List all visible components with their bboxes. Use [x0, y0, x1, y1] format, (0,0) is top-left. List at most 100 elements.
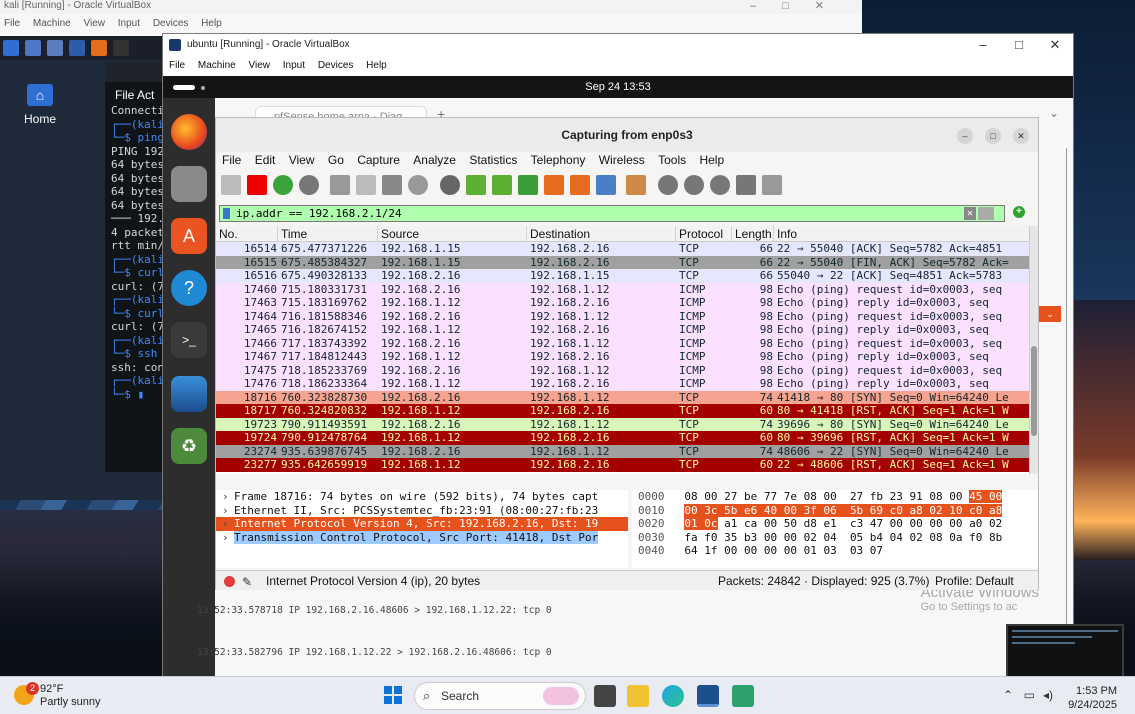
packet-row[interactable]: 23277 935.642659919 192.168.1.12 192.168.2.… [216, 458, 1029, 472]
close-icon[interactable]: ✕ [1037, 34, 1073, 56]
kali-terminal-menu[interactable]: File Act [105, 82, 165, 104]
ws-menu-tools[interactable]: Tools [652, 152, 690, 167]
app-center-icon[interactable]: A [171, 218, 207, 254]
packet-row[interactable]: 17460 715.180331731 192.168.2.16 192.168.1.… [216, 282, 1029, 296]
zoom-in-icon[interactable] [658, 175, 678, 195]
packet-details-pane[interactable]: › Frame 18716: 74 bytes on wire (592 bits… [216, 490, 628, 568]
ws-maximize-icon[interactable]: □ [985, 128, 1001, 144]
vb-menu-file[interactable]: File [163, 56, 189, 71]
virtualbox-taskbar-icon[interactable] [697, 685, 719, 707]
first-packet-icon[interactable] [544, 175, 564, 195]
packet-row[interactable]: 17467 717.184812443 192.168.1.12 192.168.2.… [216, 350, 1029, 364]
kali-window-titlebar[interactable]: kali [Running] - Oracle VirtualBox –□✕ [0, 0, 862, 14]
start-button-icon[interactable] [384, 686, 402, 704]
packet-detail-item[interactable]: › Transmission Control Protocol, Src Port… [216, 530, 628, 545]
save-file-icon[interactable] [356, 175, 376, 195]
vb-menu-machine[interactable]: Machine [192, 56, 240, 71]
layout-icon[interactable] [762, 175, 782, 195]
packet-detail-item[interactable]: › Internet Protocol Version 4, Src: 192.1… [216, 517, 628, 531]
ws-minimize-icon[interactable]: – [957, 128, 973, 144]
maximize-icon[interactable]: □ [1001, 34, 1037, 56]
kali-menu-view[interactable]: View [80, 14, 112, 29]
go-to-packet-icon[interactable] [518, 175, 538, 195]
files-icon[interactable] [171, 166, 207, 202]
kali-files-icon[interactable] [47, 40, 63, 56]
packet-list-scrollbar[interactable] [1029, 226, 1038, 474]
vb-menu-help[interactable]: Help [360, 56, 391, 71]
status-profile[interactable]: Profile: Default [935, 571, 1014, 591]
packet-row[interactable]: 19724 790.912478764 192.168.1.12 192.168.2.… [216, 431, 1029, 445]
capture-options-icon[interactable] [299, 175, 319, 195]
packet-row[interactable]: 16515 675.485384327 192.168.1.15 192.168.2.… [216, 255, 1029, 269]
taskbar-clock[interactable]: 1:53 PM 9/24/2025 [1068, 684, 1117, 712]
kali-window-controls[interactable]: –□✕ [750, 0, 850, 12]
vb-menu-devices[interactable]: Devices [312, 56, 358, 71]
packet-row[interactable]: 23274 935.639876745 192.168.2.16 192.168.1.… [216, 444, 1029, 458]
edge-browser-icon[interactable] [662, 685, 684, 707]
expand-arrow-icon[interactable]: › [222, 490, 234, 504]
vb-menu-input[interactable]: Input [277, 56, 309, 71]
column-info[interactable]: Info [774, 226, 1029, 242]
kali-terminal[interactable]: File Act Connecti ┌──(kali └─$ ping PING 19… [105, 62, 165, 472]
ws-menu-statistics[interactable]: Statistics [463, 152, 521, 167]
kali-menu-machine[interactable]: Machine [29, 14, 77, 29]
ws-menu-capture[interactable]: Capture [351, 152, 404, 167]
filter-bookmark-icon[interactable] [223, 208, 230, 219]
stop-capture-icon[interactable] [247, 175, 267, 195]
normal-size-icon[interactable] [710, 175, 730, 195]
packet-row[interactable]: 19723 790.911493591 192.168.2.16 192.168.1.… [216, 417, 1029, 431]
network-icon[interactable]: ▭ [1024, 688, 1035, 702]
ws-menu-view[interactable]: View [283, 152, 319, 167]
packet-row[interactable]: 17476 718.186233364 192.168.1.12 192.168.2.… [216, 377, 1029, 391]
kali-menu-devices[interactable]: Devices [149, 14, 195, 29]
expand-arrow-icon[interactable]: › [222, 517, 234, 531]
packet-row[interactable]: 17466 717.183743392 192.168.2.16 192.168.1.… [216, 336, 1029, 350]
gnome-clock[interactable]: Sep 24 13:53 [585, 81, 650, 93]
zoom-out-icon[interactable] [684, 175, 704, 195]
wireshark-window[interactable]: Capturing from enp0s3 – □ ✕ File Edit Vi… [215, 117, 1039, 590]
autoscroll-icon[interactable] [596, 175, 616, 195]
kali-menu-help[interactable]: Help [197, 14, 228, 29]
trash-icon[interactable]: ♻ [171, 428, 207, 464]
vb-menu-view[interactable]: View [243, 56, 275, 71]
kali-desktop-icon[interactable] [25, 40, 41, 56]
column-length[interactable]: Length [732, 226, 774, 242]
kali-menu-icon[interactable] [3, 40, 19, 56]
wireshark-titlebar[interactable]: Capturing from enp0s3 – □ ✕ [216, 118, 1038, 152]
open-file-icon[interactable] [330, 175, 350, 195]
add-filter-button-icon[interactable]: + [1013, 206, 1025, 218]
ws-close-icon[interactable]: ✕ [1013, 128, 1029, 144]
column-source[interactable]: Source [378, 226, 527, 242]
kali-menu-input[interactable]: Input [114, 14, 146, 29]
ws-menu-file[interactable]: File [216, 152, 245, 167]
display-filter-input[interactable]: ip.addr == 192.168.2.1/24 ✕ [219, 205, 1005, 222]
kali-home-folder[interactable]: ⌂ Home [18, 84, 62, 126]
packet-row[interactable]: 16514 675.477371226 192.168.1.15 192.168.2.… [216, 242, 1029, 256]
packet-detail-item[interactable]: › Frame 18716: 74 bytes on wire (592 bits… [216, 490, 628, 504]
column-protocol[interactable]: Protocol [676, 226, 732, 242]
ubuntu-window-titlebar[interactable]: ubuntu [Running] - Oracle VirtualBox – □ ✕ [163, 34, 1073, 56]
ws-menu-analyze[interactable]: Analyze [407, 152, 460, 167]
column-no[interactable]: No. [216, 226, 278, 242]
edit-comment-icon[interactable]: ✎ [242, 572, 252, 592]
file-explorer-icon[interactable] [627, 685, 649, 707]
taskbar-search[interactable]: ⌕ Search [414, 682, 586, 710]
go-forward-icon[interactable] [492, 175, 512, 195]
wireshark-icon[interactable] [171, 376, 207, 412]
packet-row[interactable]: 17475 718.185233769 192.168.2.16 192.168.1.… [216, 363, 1029, 377]
colorize-icon[interactable] [626, 175, 646, 195]
clear-filter-icon[interactable]: ✕ [964, 207, 976, 220]
firefox-icon[interactable] [171, 114, 207, 150]
scrollbar-thumb[interactable] [1031, 346, 1037, 436]
close-file-icon[interactable] [382, 175, 402, 195]
capture-status-icon[interactable] [224, 576, 235, 587]
packet-row[interactable]: 18717 760.324820832 192.168.1.12 192.168.2.… [216, 404, 1029, 418]
kali-menu-file[interactable]: File [0, 14, 26, 29]
vscode-icon[interactable] [732, 685, 754, 707]
minimize-icon[interactable]: – [965, 34, 1001, 56]
last-packet-icon[interactable] [570, 175, 590, 195]
expand-arrow-icon[interactable]: › [222, 531, 234, 545]
kali-terminal-icon[interactable] [113, 40, 129, 56]
packet-detail-item[interactable]: › Ethernet II, Src: PCSSystemtec_fb:23:91… [216, 504, 628, 518]
column-time[interactable]: Time [278, 226, 378, 242]
